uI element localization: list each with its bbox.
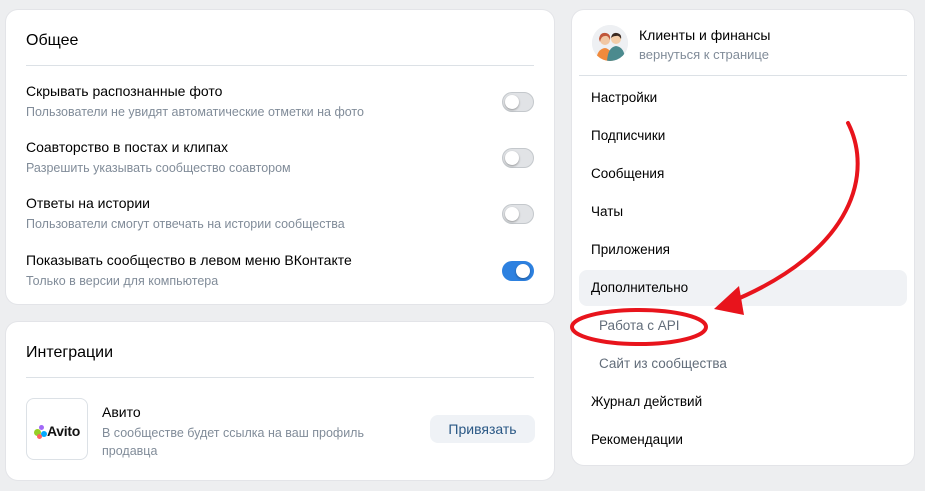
hide-photos-toggle[interactable] bbox=[502, 92, 534, 112]
setting-description: Только в версии для компьютера bbox=[26, 274, 219, 288]
setting-coauthorship: Соавторство в постах и клипах Разрешить … bbox=[26, 139, 534, 179]
link-avito-button[interactable]: Привязать bbox=[430, 415, 535, 443]
nav-item-subscribers[interactable]: Подписчики bbox=[579, 118, 907, 154]
setting-description: Разрешить указывать сообщество соавтором bbox=[26, 161, 291, 175]
left-menu-toggle[interactable] bbox=[502, 261, 534, 281]
general-title: Общее bbox=[26, 32, 79, 49]
avito-dots-icon bbox=[34, 425, 48, 439]
setting-title: Ответы на истории bbox=[26, 195, 150, 211]
avito-name: Авито bbox=[102, 404, 141, 420]
nav-item-settings[interactable]: Настройки bbox=[579, 80, 907, 116]
setting-title: Скрывать распознанные фото bbox=[26, 83, 223, 99]
people-icon bbox=[592, 25, 628, 61]
avito-description: В сообществе будет ссылка на ваш профиль… bbox=[102, 426, 364, 458]
setting-description: Пользователи смогут отвечать на истории … bbox=[26, 217, 345, 231]
group-name[interactable]: Клиенты и финансы bbox=[639, 27, 770, 43]
nav-item-community-site[interactable]: Сайт из сообщества bbox=[579, 346, 907, 382]
divider bbox=[26, 65, 534, 66]
integrations-card: Интеграции Avito Авито В сообществе буде… bbox=[6, 322, 554, 480]
integrations-title: Интеграции bbox=[26, 344, 114, 361]
setting-title: Показывать сообщество в левом меню ВКонт… bbox=[26, 252, 352, 268]
nav-item-action-log[interactable]: Журнал действий bbox=[579, 384, 907, 420]
avito-logo: Avito bbox=[26, 398, 88, 460]
setting-description: Пользователи не увидят автоматические от… bbox=[26, 105, 364, 119]
nav-item-api[interactable]: Работа с API bbox=[579, 308, 907, 344]
nav-item-apps[interactable]: Приложения bbox=[579, 232, 907, 268]
story-replies-toggle[interactable] bbox=[502, 204, 534, 224]
setting-story-replies: Ответы на истории Пользователи смогут от… bbox=[26, 195, 534, 235]
divider bbox=[579, 75, 907, 76]
community-menu-card: Клиенты и финансы вернуться к странице Н… bbox=[572, 10, 914, 465]
avito-logo-text: Avito bbox=[47, 423, 80, 439]
toggle-knob bbox=[505, 95, 519, 109]
toggle-knob bbox=[505, 151, 519, 165]
back-to-page-link[interactable]: вернуться к странице bbox=[639, 47, 769, 62]
coauthorship-toggle[interactable] bbox=[502, 148, 534, 168]
nav-item-messages[interactable]: Сообщения bbox=[579, 156, 907, 192]
general-settings-card: Общее Скрывать распознанные фото Пользов… bbox=[6, 10, 554, 304]
toggle-knob bbox=[505, 207, 519, 221]
nav-item-additional[interactable]: Дополнительно bbox=[579, 270, 907, 306]
setting-show-in-left-menu: Показывать сообщество в левом меню ВКонт… bbox=[26, 252, 534, 292]
group-avatar[interactable] bbox=[592, 25, 628, 61]
toggle-knob bbox=[516, 264, 530, 278]
nav-item-recommendations[interactable]: Рекомендации bbox=[579, 422, 907, 458]
setting-title: Соавторство в постах и клипах bbox=[26, 139, 228, 155]
setting-hide-recognized-photos: Скрывать распознанные фото Пользователи … bbox=[26, 83, 534, 123]
divider bbox=[26, 377, 534, 378]
nav-item-chats[interactable]: Чаты bbox=[579, 194, 907, 230]
